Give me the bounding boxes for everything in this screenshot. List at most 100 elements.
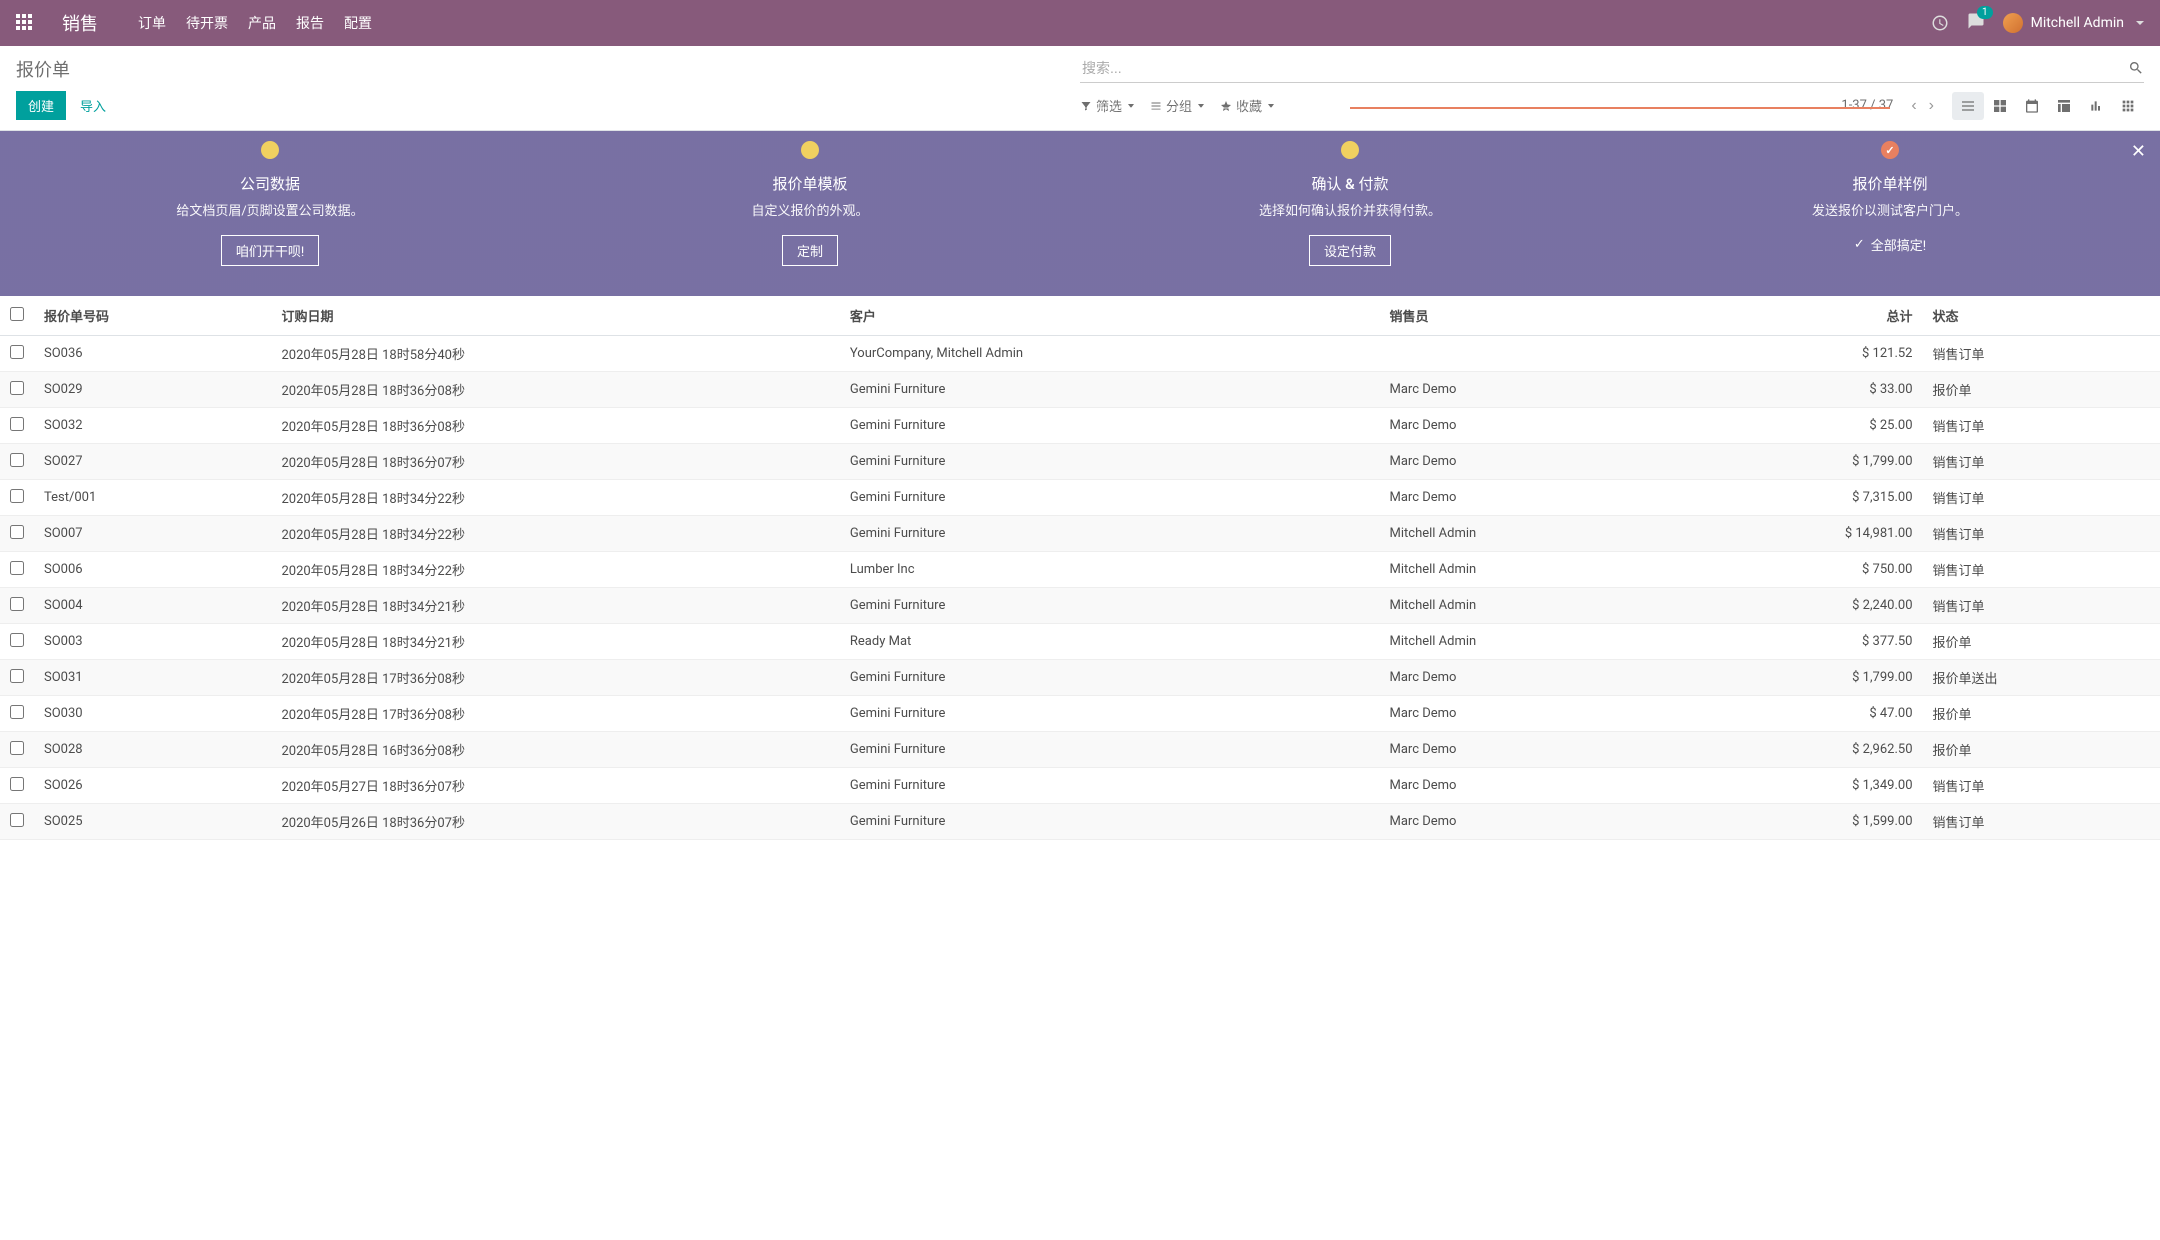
view-list-button[interactable] [1952,92,1984,120]
row-checkbox-cell[interactable] [0,516,34,552]
chat-icon[interactable]: 1 [1967,12,1985,34]
table-row[interactable]: SO0072020年05月28日 18时34分22秒Gemini Furnitu… [0,516,2160,552]
step-dot-done-icon [1881,141,1899,159]
row-checkbox[interactable] [10,489,24,503]
row-checkbox-cell[interactable] [0,804,34,840]
pager-text[interactable]: 1-37 / 37 [1841,98,1893,113]
cell-total: $ 2,962.50 [1678,732,1923,768]
cell-customer: Gemini Furniture [840,372,1380,408]
table-row[interactable]: Test/0012020年05月28日 18时34分22秒Gemini Furn… [0,480,2160,516]
row-checkbox[interactable] [10,417,24,431]
row-checkbox[interactable] [10,741,24,755]
col-salesperson[interactable]: 销售员 [1380,296,1678,336]
row-checkbox[interactable] [10,813,24,827]
cell-salesperson: Marc Demo [1380,444,1678,480]
user-menu[interactable]: Mitchell Admin [2003,13,2144,33]
view-activity-button[interactable] [2112,92,2144,120]
cell-number: SO026 [34,768,271,804]
cell-total: $ 377.50 [1678,624,1923,660]
cell-date: 2020年05月28日 18时36分07秒 [271,444,839,480]
col-number[interactable]: 报价单号码 [34,296,271,336]
row-checkbox-cell[interactable] [0,552,34,588]
row-checkbox-cell[interactable] [0,768,34,804]
row-checkbox[interactable] [10,705,24,719]
table-row[interactable]: SO0262020年05月27日 18时36分07秒Gemini Furnitu… [0,768,2160,804]
table-row[interactable]: SO0042020年05月28日 18时34分21秒Gemini Furnitu… [0,588,2160,624]
row-checkbox[interactable] [10,525,24,539]
table-row[interactable]: SO0272020年05月28日 18时36分07秒Gemini Furnitu… [0,444,2160,480]
row-checkbox-cell[interactable] [0,408,34,444]
table-row[interactable]: SO0362020年05月28日 18时58分40秒YourCompany, M… [0,336,2160,372]
view-calendar-button[interactable] [2016,92,2048,120]
select-all-header[interactable] [0,296,34,336]
cell-total: $ 47.00 [1678,696,1923,732]
table-row[interactable]: SO0282020年05月28日 16时36分08秒Gemini Furnitu… [0,732,2160,768]
close-icon[interactable]: ✕ [2131,141,2146,162]
cell-status: 销售订单 [1923,768,2160,804]
filters-menu[interactable]: 筛选 [1080,96,1134,115]
search-input[interactable] [1080,54,2144,82]
table-row[interactable]: SO0292020年05月28日 18时36分08秒Gemini Furnitu… [0,372,2160,408]
table-row[interactable]: SO0032020年05月28日 18时34分21秒Ready MatMitch… [0,624,2160,660]
app-brand[interactable]: 销售 [62,10,98,36]
table-row[interactable]: SO0312020年05月28日 17时36分08秒Gemini Furnitu… [0,660,2160,696]
step-connector [1350,107,1890,109]
row-checkbox-cell[interactable] [0,372,34,408]
row-checkbox[interactable] [10,633,24,647]
cell-total: $ 7,315.00 [1678,480,1923,516]
nav-link-orders[interactable]: 订单 [138,13,166,33]
row-checkbox-cell[interactable] [0,624,34,660]
nav-link-reports[interactable]: 报告 [296,13,324,33]
cell-customer: Gemini Furniture [840,660,1380,696]
table-row[interactable]: SO0302020年05月28日 17时36分08秒Gemini Furnitu… [0,696,2160,732]
row-checkbox[interactable] [10,561,24,575]
row-checkbox[interactable] [10,597,24,611]
step-action-button[interactable]: 定制 [782,235,838,266]
row-checkbox-cell[interactable] [0,444,34,480]
pager-next-button[interactable]: › [1923,93,1940,119]
row-checkbox-cell[interactable] [0,660,34,696]
view-pivot-button[interactable] [2048,92,2080,120]
table-row[interactable]: SO0062020年05月28日 18时34分22秒Lumber IncMitc… [0,552,2160,588]
row-checkbox[interactable] [10,345,24,359]
cell-status: 报价单 [1923,372,2160,408]
row-checkbox[interactable] [10,777,24,791]
onboarding-banner: ✕ 公司数据 给文档页眉/页脚设置公司数据。 咱们开干呗! 报价单模板 自定义报… [0,131,2160,296]
view-kanban-button[interactable] [1984,92,2016,120]
row-checkbox-cell[interactable] [0,732,34,768]
table-row[interactable]: SO0322020年05月28日 18时36分08秒Gemini Furnitu… [0,408,2160,444]
table-row[interactable]: SO0252020年05月26日 18时36分07秒Gemini Furnitu… [0,804,2160,840]
apps-icon[interactable] [16,14,34,32]
search-bar[interactable] [1080,54,2144,83]
clock-icon[interactable] [1931,14,1949,32]
view-graph-button[interactable] [2080,92,2112,120]
create-button[interactable]: 创建 [16,91,66,120]
col-date[interactable]: 订购日期 [271,296,839,336]
step-action-button[interactable]: 咱们开干呗! [221,235,319,266]
col-customer[interactable]: 客户 [840,296,1380,336]
col-total[interactable]: 总计 [1678,296,1923,336]
top-navbar: 销售 订单 待开票 产品 报告 配置 1 Mitchell Admin [0,0,2160,46]
cell-salesperson: Marc Demo [1380,480,1678,516]
import-link[interactable]: 导入 [80,96,106,115]
groupby-menu[interactable]: 分组 [1150,96,1204,115]
select-all-checkbox[interactable] [10,307,24,321]
favorites-menu[interactable]: 收藏 [1220,96,1274,115]
nav-link-products[interactable]: 产品 [248,13,276,33]
pager-prev-button[interactable]: ‹ [1905,93,1922,119]
row-checkbox-cell[interactable] [0,588,34,624]
cell-customer: Gemini Furniture [840,696,1380,732]
cell-salesperson: Mitchell Admin [1380,552,1678,588]
nav-link-config[interactable]: 配置 [344,13,372,33]
row-checkbox[interactable] [10,453,24,467]
row-checkbox-cell[interactable] [0,336,34,372]
cell-status: 销售订单 [1923,444,2160,480]
row-checkbox-cell[interactable] [0,696,34,732]
step-action-button[interactable]: 设定付款 [1309,235,1391,266]
row-checkbox-cell[interactable] [0,480,34,516]
col-status[interactable]: 状态 [1923,296,2160,336]
search-icon[interactable] [2128,60,2144,76]
nav-link-invoicing[interactable]: 待开票 [186,13,228,33]
row-checkbox[interactable] [10,669,24,683]
row-checkbox[interactable] [10,381,24,395]
